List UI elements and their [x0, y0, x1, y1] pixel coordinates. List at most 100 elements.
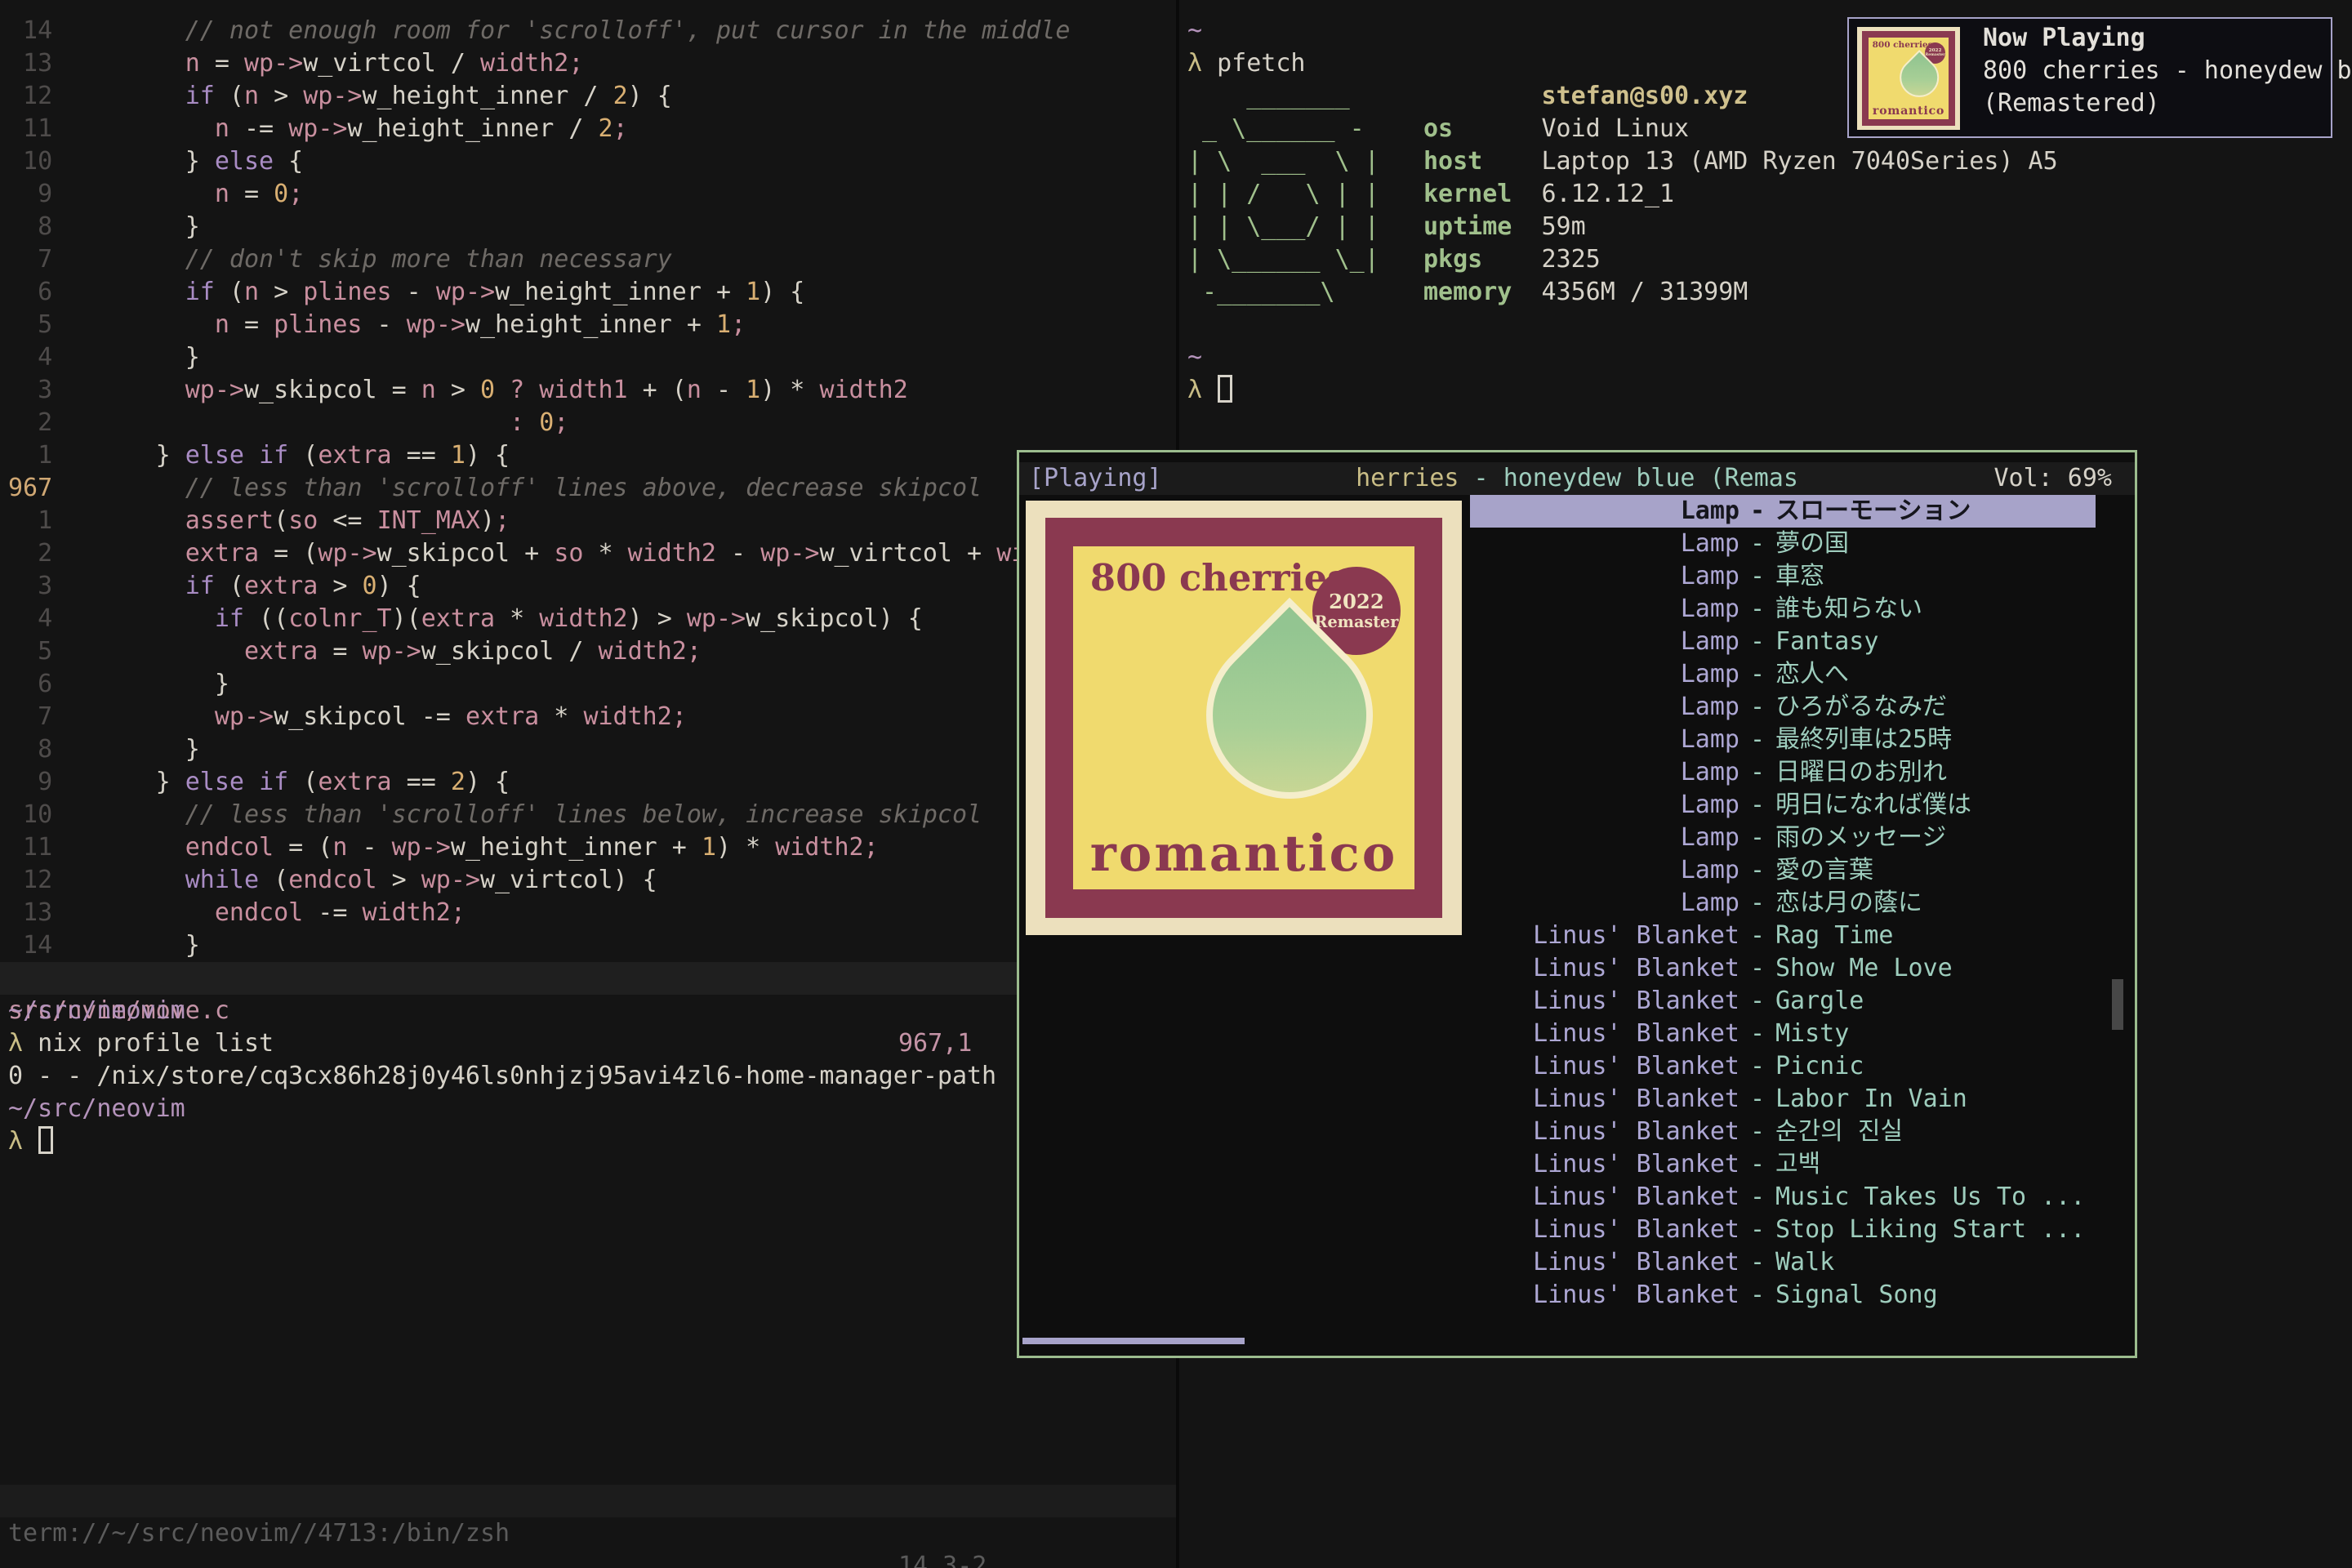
code-line[interactable]: 6 if (n > plines - wp->w_height_inner + …: [8, 276, 1070, 309]
code-token: ->: [790, 539, 819, 568]
queue-item[interactable]: Linus' Blanket-Misty: [1470, 1018, 2096, 1050]
terminal-input-line[interactable]: λ: [1187, 374, 2058, 407]
code-line[interactable]: 12 if (n > wp->w_height_inner / 2) {: [8, 80, 1070, 113]
queue-artist: Lamp: [1470, 626, 1740, 658]
code-token: >: [259, 278, 303, 306]
queue-separator: -: [1740, 1148, 1775, 1181]
code-line[interactable]: 2 extra = (wp->w_skipcol + so * width2 -…: [8, 537, 1070, 570]
queue-item[interactable]: Lamp-Fantasy: [1470, 626, 2096, 658]
code-token: =: [377, 376, 421, 404]
queue-song-title: Music Takes Us To ...: [1775, 1181, 2096, 1214]
code-token: width2: [819, 376, 907, 404]
code-line[interactable]: 2 : 0;: [8, 407, 1070, 439]
line-number: 2: [8, 408, 67, 437]
queue-item-selected[interactable]: Lamp-スローモーション: [1470, 495, 2096, 528]
queue-artist: Linus' Blanket: [1470, 1083, 1740, 1116]
code-token: ;: [864, 833, 879, 862]
queue-item[interactable]: Linus' Blanket-Walk: [1470, 1246, 2096, 1279]
code-token: >: [436, 376, 480, 404]
lambda-prompt-icon: λ: [1187, 376, 1217, 404]
code-token: [67, 702, 215, 731]
queue-item[interactable]: Lamp-雨のメッセージ: [1470, 822, 2096, 854]
code-line[interactable]: 9 n = 0;: [8, 178, 1070, 211]
queue-artist: Linus' Blanket: [1470, 1181, 1740, 1214]
statusline-active: src/nvim/move.c 967,1: [0, 962, 1176, 995]
code-line[interactable]: 3 if (extra > 0) {: [8, 570, 1070, 603]
code-token: ): [480, 506, 495, 535]
notification-title: Now Playing: [1983, 22, 2352, 55]
code-line[interactable]: 4 }: [8, 341, 1070, 374]
queue-song-title: Rag Time: [1775, 920, 2096, 952]
code-token: ((: [244, 604, 288, 633]
code-token: n: [687, 376, 702, 404]
code-token: ) {: [613, 866, 657, 894]
queue-item[interactable]: Linus' Blanket-순간의 진실: [1470, 1116, 2096, 1148]
code-line[interactable]: 8 }: [8, 733, 1070, 766]
shell-output-line: ~/src/neovim: [8, 1093, 996, 1125]
code-token: plines: [303, 278, 391, 306]
code-token: w_height_inner: [495, 278, 702, 306]
code-token: wp: [288, 114, 318, 143]
code-token: plines: [274, 310, 362, 339]
pfetch-value: Laptop 13 (AMD Ryzen 7040Series) A5: [1541, 147, 2057, 176]
code-line[interactable]: 11 n -= wp->w_height_inner / 2;: [8, 113, 1070, 145]
code-line[interactable]: 9 } else if (extra == 2) {: [8, 766, 1070, 799]
code-line[interactable]: 14 }: [8, 929, 1070, 962]
queue-item[interactable]: Lamp-車窓: [1470, 560, 2096, 593]
queue-item[interactable]: Linus' Blanket-Labor In Vain: [1470, 1083, 2096, 1116]
queue-item[interactable]: Lamp-恋は月の蔭に: [1470, 887, 2096, 920]
queue-item[interactable]: Linus' Blanket-Show Me Love: [1470, 952, 2096, 985]
code-token: +: [702, 278, 746, 306]
now-playing-notification[interactable]: 800 cherries 2022 Remaster romantico Now…: [1847, 17, 2332, 138]
code-line[interactable]: 13 n = wp->w_virtcol / width2;: [8, 47, 1070, 80]
code-line[interactable]: 7 wp->w_skipcol -= extra * width2;: [8, 701, 1070, 733]
shell-prompt-line[interactable]: λ: [8, 1125, 996, 1158]
queue-item[interactable]: Lamp-最終列車は25時: [1470, 724, 2096, 756]
queue-item[interactable]: Lamp-ひろがるなみだ: [1470, 691, 2096, 724]
code-token: [67, 572, 185, 600]
code-token: /: [554, 114, 598, 143]
code-line[interactable]: 10 } else {: [8, 145, 1070, 178]
command-text: nix profile list: [38, 1029, 274, 1058]
code-token: so: [288, 506, 318, 535]
queue-item[interactable]: Lamp-誰も知らない: [1470, 593, 2096, 626]
queue-item[interactable]: Linus' Blanket-Rag Time: [1470, 920, 2096, 952]
queue-song-title: 순간의 진실: [1775, 1116, 2096, 1148]
queue-item[interactable]: Lamp-日曜日のお別れ: [1470, 756, 2096, 789]
code-token: n: [244, 82, 259, 110]
queue-item[interactable]: Linus' Blanket-Gargle: [1470, 985, 2096, 1018]
queue-item[interactable]: Linus' Blanket-Signal Song: [1470, 1279, 2096, 1312]
code-line[interactable]: 6 }: [8, 668, 1070, 701]
code-token: ->: [392, 637, 421, 666]
code-line[interactable]: 11 endcol = (n - wp->w_height_inner + 1)…: [8, 831, 1070, 864]
code-line[interactable]: 7 // don't skip more than necessary: [8, 243, 1070, 276]
queue-item[interactable]: Lamp-明日になれば僕は: [1470, 789, 2096, 822]
code-line[interactable]: 10 // less than 'scrolloff' lines below,…: [8, 799, 1070, 831]
queue-item[interactable]: Linus' Blanket-Stop Liking Start ...: [1470, 1214, 2096, 1246]
code-line[interactable]: 13 endcol -= width2;: [8, 897, 1070, 929]
code-line[interactable]: 8 }: [8, 211, 1070, 243]
queue-song-title: Gargle: [1775, 985, 2096, 1018]
code-line[interactable]: 4 if ((colnr_T)(extra * width2) > wp->w_…: [8, 603, 1070, 635]
queue-item[interactable]: Linus' Blanket-Picnic: [1470, 1050, 2096, 1083]
code-token: width2: [363, 898, 451, 927]
code-line[interactable]: 5 extra = wp->w_skipcol / width2;: [8, 635, 1070, 668]
queue-artist: Lamp: [1470, 560, 1740, 593]
code-line[interactable]: 1 } else if (extra == 1) {: [8, 439, 1070, 472]
code-line[interactable]: 967 // less than 'scrolloff' lines above…: [8, 472, 1070, 505]
code-token: ==: [392, 768, 451, 796]
queue-scrollbar-thumb[interactable]: [2112, 979, 2123, 1030]
code-line[interactable]: 14 // not enough room for 'scrolloff', p…: [8, 15, 1070, 47]
queue-item[interactable]: Linus' Blanket-고백: [1470, 1148, 2096, 1181]
code-line[interactable]: 3 wp->w_skipcol = n > 0 ? width1 + (n - …: [8, 374, 1070, 407]
queue-item[interactable]: Lamp-夢の国: [1470, 528, 2096, 560]
code-line[interactable]: 1 assert(so <= INT_MAX);: [8, 505, 1070, 537]
code-line[interactable]: 12 while (endcol > wp->w_virtcol) {: [8, 864, 1070, 897]
code-line[interactable]: 5 n = plines - wp->w_height_inner + 1;: [8, 309, 1070, 341]
queue-artist: Lamp: [1470, 691, 1740, 724]
playback-progress-bar[interactable]: [1022, 1338, 1245, 1344]
queue-item[interactable]: Lamp-愛の言葉: [1470, 854, 2096, 887]
queue-item[interactable]: Lamp-恋人へ: [1470, 658, 2096, 691]
queue-artist: Linus' Blanket: [1470, 1148, 1740, 1181]
queue-item[interactable]: Linus' Blanket-Music Takes Us To ...: [1470, 1181, 2096, 1214]
